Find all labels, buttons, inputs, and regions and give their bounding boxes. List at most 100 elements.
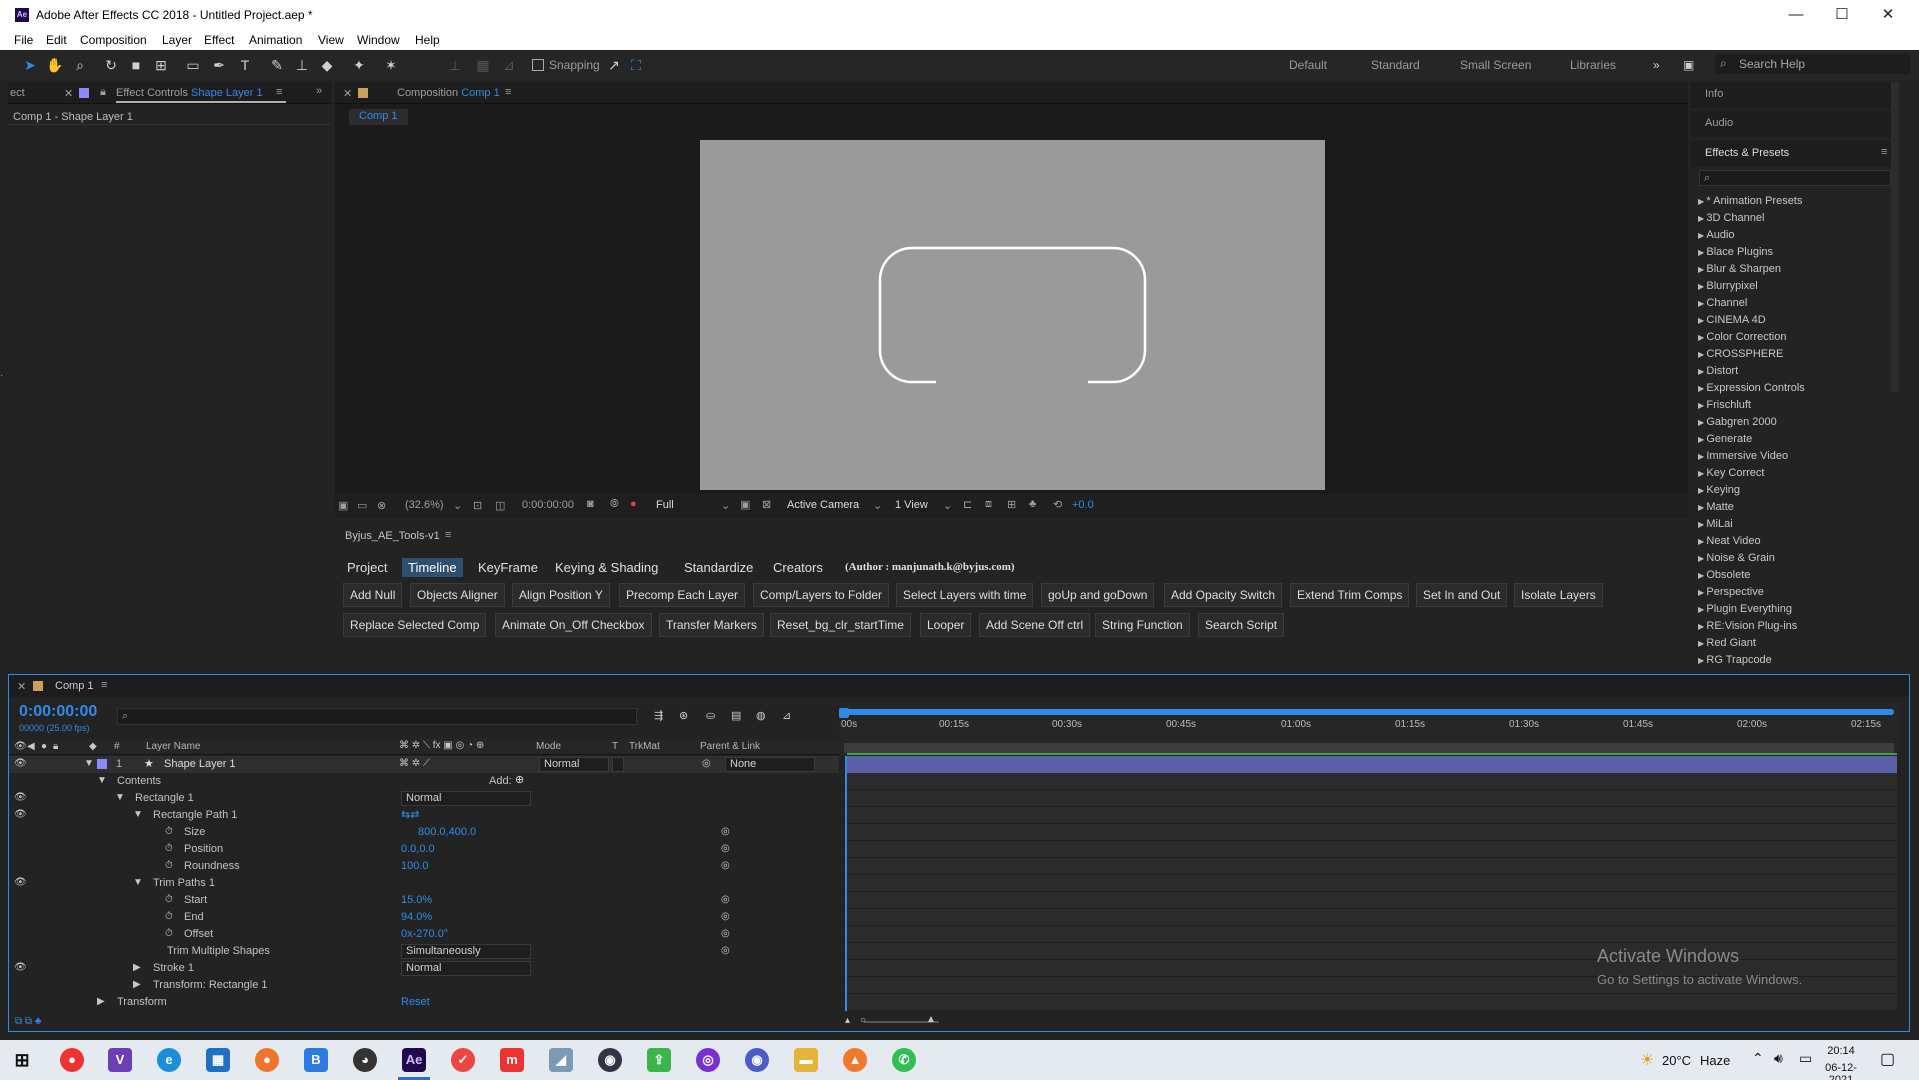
menu-window[interactable]: Window: [357, 33, 400, 47]
workspace-standard[interactable]: Standard: [1371, 58, 1420, 72]
animate-on-off-checkbox-button[interactable]: Animate On_Off Checkbox: [495, 613, 652, 637]
stroke-mode-dropdown[interactable]: Normal: [401, 961, 531, 976]
end-value[interactable]: 94.0%: [401, 911, 432, 923]
timeline-timecode[interactable]: 0:00:00:00: [19, 703, 97, 721]
fx-frischluft[interactable]: Frischluft: [1698, 399, 1751, 411]
pickwhip-icon[interactable]: ◎: [721, 928, 730, 939]
rectangle-tool-icon[interactable]: ▭: [184, 56, 202, 74]
select-layers-with-time-button[interactable]: Select Layers with time: [896, 583, 1034, 607]
eraser-tool-icon[interactable]: ◆: [318, 56, 336, 74]
weather-text[interactable]: Haze: [1700, 1053, 1730, 1068]
looper-button[interactable]: Looper: [920, 613, 972, 637]
rectangle-path-row[interactable]: 👁︎ ▼ Rectangle Path 1 ⇆⇄: [9, 807, 829, 824]
trim-paths-row[interactable]: 👁︎ ▼ Trim Paths 1: [9, 875, 829, 892]
workspace-small-screen[interactable]: Small Screen: [1460, 58, 1531, 72]
snapshot-icon[interactable]: ◙: [587, 498, 594, 510]
offset-value[interactable]: 0x-270.0°: [401, 928, 448, 940]
fx-obsolete[interactable]: Obsolete: [1698, 569, 1750, 581]
size-row[interactable]: ⏱︎ Size 800.0,400.0 ◎: [9, 824, 829, 841]
rotate-tool-icon[interactable]: ↻: [102, 56, 120, 74]
expand-triangle-icon[interactable]: ▼: [115, 792, 125, 803]
region-of-interest-icon[interactable]: ◫: [495, 499, 505, 512]
fx-rg-trapcode[interactable]: RG Trapcode: [1698, 654, 1771, 666]
trim-multiple-dropdown[interactable]: Simultaneously: [401, 944, 531, 959]
rectangle1-row[interactable]: 👁︎ ▼ Rectangle 1 Normal: [9, 790, 829, 807]
mask-visibility-icon[interactable]: ⊗: [377, 499, 386, 512]
layer-row[interactable]: 👁︎ ▼ 1 ★ Shape Layer 1 ⌘ ✲ ⟋ Normal ◎ No…: [9, 756, 839, 773]
fx-cinema-4d[interactable]: CINEMA 4D: [1698, 314, 1765, 326]
visibility-eye-icon[interactable]: 👁︎: [14, 758, 27, 769]
menu-animation[interactable]: Animation: [249, 33, 302, 47]
tab-project[interactable]: Project: [347, 560, 387, 575]
comp-layers-to-folder-button[interactable]: Comp/Layers to Folder: [753, 583, 890, 607]
pickwhip-icon[interactable]: ◎: [721, 843, 730, 854]
tab-creators[interactable]: Creators: [773, 560, 823, 575]
stopwatch-icon[interactable]: ⏱︎: [165, 860, 173, 871]
axis-view-icon[interactable]: ⊿: [500, 56, 518, 74]
fx-crossphere[interactable]: CROSSPHERE: [1698, 348, 1783, 360]
after-effects-icon[interactable]: Ae: [402, 1048, 426, 1072]
scrollbar[interactable]: [1891, 82, 1899, 392]
pickwhip-icon[interactable]: ◎: [721, 945, 730, 956]
zoom-dropdown[interactable]: (32.6%): [405, 499, 444, 511]
trimmed-rounded-rectangle[interactable]: [878, 246, 1147, 384]
roundness-row[interactable]: ⏱︎ Roundness 100.0 ◎: [9, 858, 829, 875]
brush-tool-icon[interactable]: ✎: [268, 56, 286, 74]
clock-time[interactable]: 20:14: [1818, 1045, 1864, 1057]
pickwhip-icon[interactable]: ◎: [721, 860, 730, 871]
network-icon[interactable]: ▭: [1799, 1050, 1812, 1067]
menu-layer[interactable]: Layer: [162, 33, 192, 47]
timeline-icon[interactable]: ⊞: [1007, 498, 1016, 511]
fx-immersive-video[interactable]: Immersive Video: [1698, 450, 1788, 462]
maximize-icon[interactable]: ☐: [1819, 5, 1865, 27]
snap-features-icon[interactable]: ⛶: [627, 56, 645, 74]
transform-rect-row[interactable]: ▶ Transform: Rectangle 1: [9, 977, 829, 994]
close-tab-icon[interactable]: ✕: [343, 87, 352, 100]
fx-red-giant[interactable]: Red Giant: [1698, 637, 1756, 649]
chevron-up-icon[interactable]: ⌃: [1752, 1050, 1764, 1067]
panel-menu-icon[interactable]: ≡: [445, 529, 451, 541]
panel-menu-icon[interactable]: ≡: [505, 86, 511, 98]
menu-composition[interactable]: Composition: [80, 33, 147, 47]
layer-switches-icon[interactable]: ⌘ ✲ ⟋: [399, 758, 430, 769]
add-opacity-switch-button[interactable]: Add Opacity Switch: [1164, 583, 1283, 607]
current-time-indicator[interactable]: [839, 708, 849, 718]
puppet-pin-tool-icon[interactable]: ✶: [382, 56, 400, 74]
file-explorer-icon[interactable]: ▬: [794, 1048, 818, 1072]
start-value[interactable]: 15.0%: [401, 894, 432, 906]
transfer-markers-button[interactable]: Transfer Markers: [659, 613, 764, 637]
expand-triangle-icon[interactable]: ▶: [97, 996, 105, 1007]
pen-tool-icon[interactable]: ✒: [210, 56, 228, 74]
composition-canvas[interactable]: [700, 140, 1325, 490]
notes-app-icon[interactable]: ◢: [549, 1048, 573, 1072]
add-scene-off-ctrl-button[interactable]: Add Scene Off ctrl: [979, 613, 1091, 637]
isolate-layers-button[interactable]: Isolate Layers: [1514, 583, 1603, 607]
precomp-each-layer-button[interactable]: Precomp Each Layer: [619, 583, 746, 607]
monitor-icon[interactable]: ▭: [357, 499, 367, 512]
chevron-down-icon[interactable]: ⌄: [943, 499, 952, 512]
close-tab-icon[interactable]: ✕: [17, 680, 26, 693]
zoom-slider-handle[interactable]: ○: [860, 1015, 866, 1026]
layer-mode-dropdown[interactable]: Normal: [539, 757, 609, 772]
selection-tool-icon[interactable]: ➤: [21, 56, 39, 74]
info-tab[interactable]: Info: [1705, 88, 1723, 100]
align-position-y-button[interactable]: Align Position Y: [512, 583, 610, 607]
visibility-eye-icon[interactable]: 👁︎: [14, 809, 27, 820]
visibility-eye-icon[interactable]: 👁︎: [14, 792, 27, 803]
timeline-tab[interactable]: Comp 1: [55, 680, 94, 692]
pickwhip-icon[interactable]: ◎: [702, 758, 711, 769]
store-icon[interactable]: ▦: [206, 1048, 230, 1072]
stopwatch-icon[interactable]: ⏱︎: [165, 894, 173, 905]
fx-animation-presets[interactable]: * Animation Presets: [1698, 195, 1802, 207]
reset-link[interactable]: Reset: [401, 996, 430, 1008]
stopwatch-icon[interactable]: ⏱︎: [165, 843, 173, 854]
axis-local-icon[interactable]: ⟂: [446, 56, 464, 74]
m-app-icon[interactable]: m: [500, 1048, 524, 1072]
visual-studio-icon[interactable]: V: [108, 1048, 132, 1072]
firefox-icon[interactable]: ●: [255, 1048, 279, 1072]
fx-key-correct[interactable]: Key Correct: [1698, 467, 1764, 479]
position-row[interactable]: ⏱︎ Position 0.0,0.0 ◎: [9, 841, 829, 858]
layer-name[interactable]: Shape Layer 1: [164, 758, 236, 770]
menu-view[interactable]: View: [318, 33, 344, 47]
workspace-default[interactable]: Default: [1289, 58, 1327, 72]
